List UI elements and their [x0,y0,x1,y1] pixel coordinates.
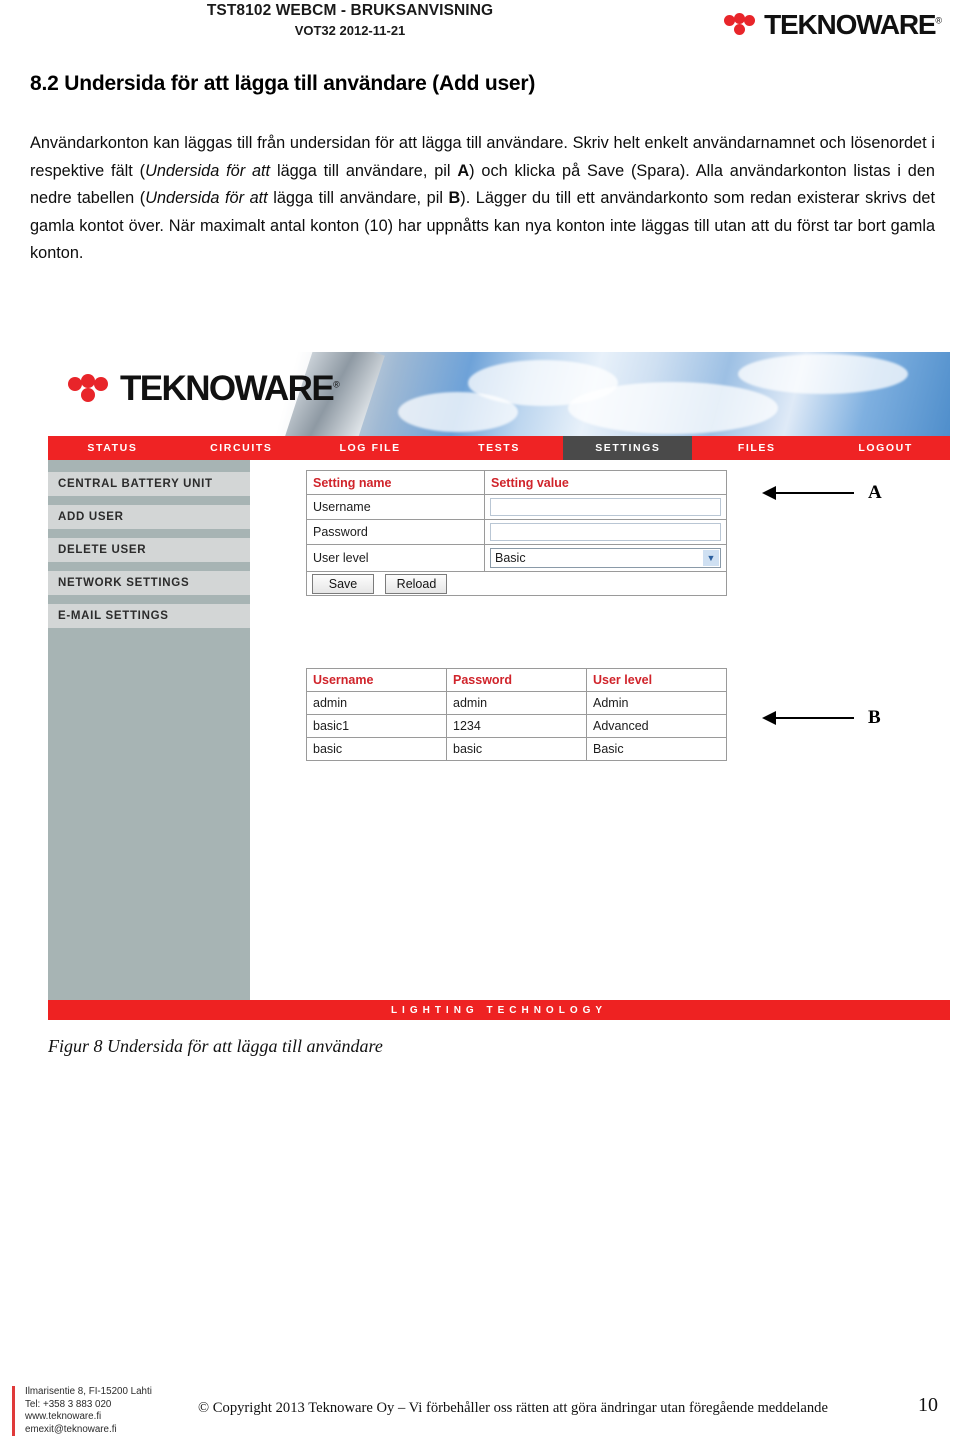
cell-password: admin [446,691,587,715]
arrow-head-icon [762,486,776,500]
body-italic-2: Undersida för att [145,189,268,208]
banner-cloud [738,354,908,394]
table-row-user-level: User level Basic ▼ [306,544,727,572]
table-header-row: Setting name Setting value [306,470,727,495]
cell-password: 1234 [446,714,587,738]
lighting-technology-text: LIGHTING TECHNOLOGY [390,1004,608,1016]
arrow-shaft [776,492,854,494]
nav-item-tests[interactable]: TESTS [435,436,564,460]
add-user-form-table: Setting name Setting value Username Pass… [306,470,727,596]
footer-contact-block: Ilmarisentie 8, FI-15200 Lahti Tel: +358… [12,1386,152,1437]
form-actions-cell: Save Reload [306,571,727,596]
save-button[interactable]: Save [312,573,374,594]
body-paragraph: Användarkonton kan läggas till från unde… [30,130,935,268]
table-header-row: Username Password User level [306,668,727,692]
nav-item-files[interactable]: FILES [692,436,821,460]
figure-caption: Figur 8 Undersida för att lägga till anv… [48,1036,383,1056]
setting-name-header: Setting name [306,470,485,495]
user-accounts-table: Username Password User level admin admin… [306,668,727,761]
chevron-down-icon[interactable]: ▼ [703,550,719,566]
webcm-screenshot-figure: TEKNOWARE® STATUS CIRCUITS LOG FILE TEST… [48,352,950,1020]
user-level-selected-value: Basic [495,551,526,565]
sidebar-item-add-user[interactable]: ADD USER [48,505,250,529]
figure-teknoware-logo: TEKNOWARE® [68,371,340,406]
page-title: 8.2 Undersida för att lägga till använda… [30,72,536,96]
body-text-2: lägga till användare, pil [270,161,458,180]
sidebar-item-delete-user[interactable]: DELETE USER [48,538,250,562]
table-row-username: Username [306,494,727,520]
page-number: 10 [918,1394,938,1416]
user-level-select[interactable]: Basic ▼ [490,548,721,568]
brand-wordmark-text: TEKNOWARE [764,9,936,40]
teknoware-dots-icon [724,12,762,38]
settings-content-panel: Setting name Setting value Username Pass… [264,460,950,1000]
cell-username: admin [306,691,447,715]
teknoware-logo: TEKNOWARE® [724,8,942,42]
body-italic-1: Undersida för att [145,161,271,180]
footer-website: www.teknoware.fi [25,1411,102,1423]
users-header-user-level: User level [586,668,727,692]
sidebar-item-network-settings[interactable]: NETWORK SETTINGS [48,571,250,595]
cell-user-level: Basic [586,737,727,761]
password-label: Password [306,519,485,545]
document-title: TST8102 WEBCM - BRUKSANVISNING [206,2,494,19]
main-navigation: STATUS CIRCUITS LOG FILE TESTS SETTINGS … [48,436,950,460]
table-row-actions: Save Reload [306,571,727,596]
footer-copyright: © Copyright 2013 Teknoware Oy – Vi förbe… [198,1400,828,1416]
sidebar-item-email-settings[interactable]: E-MAIL SETTINGS [48,604,250,628]
registered-mark: ® [935,15,942,26]
nav-item-circuits[interactable]: CIRCUITS [177,436,306,460]
username-cell [484,494,727,520]
password-input[interactable] [490,523,721,541]
nav-item-status[interactable]: STATUS [48,436,177,460]
brand-wordmark: TEKNOWARE® [764,11,942,39]
username-label: Username [306,494,485,520]
users-header-username: Username [306,668,447,692]
settings-sidebar: CENTRAL BATTERY UNIT ADD USER DELETE USE… [48,460,250,1000]
password-cell [484,519,727,545]
figure-banner: TEKNOWARE® [48,352,950,436]
cell-username: basic1 [306,714,447,738]
figure-footer-strip: LIGHTING TECHNOLOGY [48,1000,950,1020]
users-header-password: Password [446,668,587,692]
nav-item-settings[interactable]: SETTINGS [563,436,693,460]
table-row: admin admin Admin [306,691,727,715]
sidebar-item-central-battery-unit[interactable]: CENTRAL BATTERY UNIT [48,472,250,496]
table-row-password: Password [306,519,727,545]
figure-brand-wordmark: TEKNOWARE® [120,371,340,406]
nav-item-logout[interactable]: LOGOUT [821,436,950,460]
body-bold-b: B [448,189,461,208]
cell-username: basic [306,737,447,761]
nav-item-log-file[interactable]: LOG FILE [306,436,435,460]
cell-password: basic [446,737,587,761]
username-input[interactable] [490,498,721,516]
annotation-arrow-a: A [762,482,882,504]
user-level-cell: Basic ▼ [484,544,727,572]
banner-cloud [568,382,778,434]
figure-registered-mark: ® [333,379,340,390]
document-subtitle: VOT32 2012-11-21 [294,23,406,38]
arrow-head-icon [762,711,776,725]
annotation-arrow-b: B [762,707,881,729]
teknoware-dots-icon [68,373,116,405]
footer-email: emexit@teknoware.fi [25,1423,117,1435]
reload-button[interactable]: Reload [385,573,448,594]
annotation-label-a: A [868,482,882,503]
cell-user-level: Admin [586,691,727,715]
footer-telephone: Tel: +358 3 883 020 [25,1398,112,1410]
banner-cloud [398,392,518,432]
body-bold-a: A [457,161,470,180]
setting-value-header: Setting value [484,470,727,495]
body-text-4: lägga till användare, pil [267,189,449,208]
arrow-shaft [776,717,854,719]
table-row: basic basic Basic [306,737,727,761]
document-header: TST8102 WEBCM - BRUKSANVISNING VOT32 201… [0,0,960,52]
table-row: basic1 1234 Advanced [306,714,727,738]
figure-brand-text: TEKNOWARE [120,369,335,408]
footer-address: Ilmarisentie 8, FI-15200 Lahti [25,1386,152,1397]
user-level-label: User level [306,544,485,572]
annotation-label-b: B [868,707,881,728]
cell-user-level: Advanced [586,714,727,738]
